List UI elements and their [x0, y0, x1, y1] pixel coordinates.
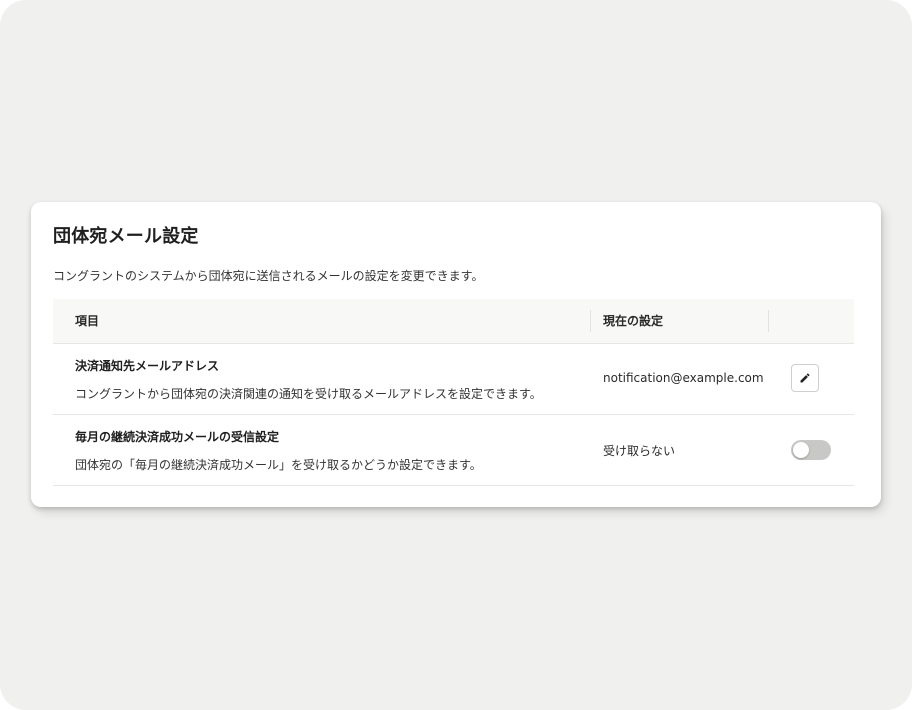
toggle-knob: [793, 442, 809, 458]
settings-table: 項目 現在の設定 決済通知先メールアドレス コングラントから団体宛の決済関連の通…: [53, 299, 854, 486]
column-divider: [590, 310, 591, 332]
row-title: 毎月の継続決済成功メールの受信設定: [75, 430, 280, 444]
column-header-item: 項目: [75, 314, 100, 328]
page-background: 団体宛メール設定 コングラントのシステムから団体宛に送信されるメールの設定を変更…: [0, 0, 912, 710]
pencil-icon: [800, 373, 810, 383]
row-current-value: notification@example.com: [603, 371, 764, 385]
table-header: 項目 現在の設定: [53, 299, 854, 344]
email-settings-card: 団体宛メール設定 コングラントのシステムから団体宛に送信されるメールの設定を変更…: [31, 202, 881, 507]
edit-email-button[interactable]: [791, 364, 819, 392]
row-title: 決済通知先メールアドレス: [75, 359, 220, 373]
row-description: コングラントから団体宛の決済関連の通知を受け取るメールアドレスを設定できます。: [75, 387, 542, 401]
table-row-notification-email: 決済通知先メールアドレス コングラントから団体宛の決済関連の通知を受け取るメール…: [53, 344, 854, 415]
table-row-monthly-success-mail: 毎月の継続決済成功メールの受信設定 団体宛の「毎月の継続決済成功メール」を受け取…: [53, 415, 854, 486]
row-description: 団体宛の「毎月の継続決済成功メール」を受け取るかどうか設定できます。: [75, 458, 482, 472]
column-header-current-setting: 現在の設定: [603, 314, 664, 328]
card-title: 団体宛メール設定: [53, 226, 199, 247]
receive-mail-toggle[interactable]: [791, 440, 831, 460]
card-description: コングラントのシステムから団体宛に送信されるメールの設定を変更できます。: [53, 269, 484, 283]
row-current-value: 受け取らない: [603, 444, 676, 458]
column-divider: [768, 310, 769, 332]
